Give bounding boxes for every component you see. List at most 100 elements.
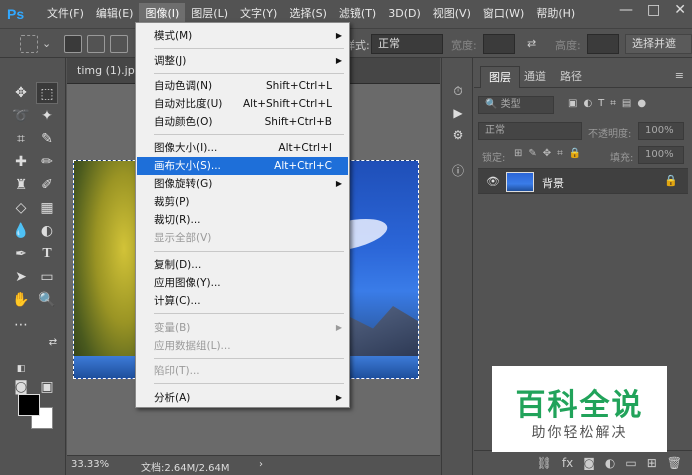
menu-item-trim[interactable]: 裁切(R)... (137, 211, 348, 229)
opacity-label: 不透明度: (588, 129, 632, 140)
zoom-tool-icon[interactable]: 🔍 (36, 289, 58, 311)
link-icon[interactable]: ⛓ (537, 456, 552, 470)
menu-item-crop[interactable]: 裁剪(P) (137, 193, 348, 211)
lock-icons[interactable]: ⊞✎✥⌗🔒 (514, 148, 587, 159)
swap-colors-icon[interactable]: ⇄ (42, 332, 64, 354)
fill-field[interactable]: 100% (638, 146, 684, 164)
toolbox: ✥ ⬚ ➰ ✦ ⌗ ✎ ✚ ✏ ♜ ✐ ◇ ▦ 💧 ◐ ✒ T ➤ ▭ ✋ 🔍 … (0, 58, 66, 475)
menu-help[interactable]: 帮助(H) (530, 3, 581, 25)
submenu-arrow-icon: ▶ (335, 56, 342, 65)
layer-name[interactable]: 背景 (542, 175, 564, 191)
stamp-tool-icon[interactable]: ♜ (10, 174, 32, 196)
history-icon[interactable]: ⏱ (449, 82, 467, 100)
healing-brush-icon[interactable]: ✚ (10, 151, 32, 173)
menu-item-analysis[interactable]: 分析(A) ▶ (137, 389, 348, 407)
menu-item-auto-tone[interactable]: 自动色调(N) Shift+Ctrl+L (137, 77, 348, 95)
blend-mode-select[interactable]: 正常 (478, 122, 582, 140)
subtract-selection-icon[interactable] (110, 35, 128, 53)
folder-icon[interactable]: ▭ (625, 456, 636, 470)
rectangle-tool-icon[interactable]: ▭ (36, 266, 58, 288)
kind-filter[interactable]: 🔍 类型 (478, 96, 554, 114)
separator (154, 358, 344, 359)
submenu-arrow-icon: ▶ (335, 179, 342, 188)
magic-wand-icon[interactable]: ✦ (36, 105, 58, 127)
actions-play-icon[interactable]: ▶ (449, 104, 467, 122)
move-tool-icon[interactable]: ✥ (10, 82, 32, 104)
new-selection-icon[interactable] (64, 35, 82, 53)
eye-icon[interactable]: 👁 (486, 175, 500, 188)
crop-tool-icon[interactable]: ⌗ (10, 128, 32, 150)
submenu-arrow-icon: ▶ (335, 31, 342, 40)
width-label: 宽度: (451, 39, 477, 52)
menu-item-canvas-size[interactable]: 画布大小(S)... Alt+Ctrl+C (137, 157, 348, 175)
menu-item-apply-image[interactable]: 应用图像(Y)... (137, 274, 348, 292)
maximize-button[interactable]: □ (647, 2, 660, 18)
select-and-mask-button[interactable]: 选择并遮 (625, 34, 692, 54)
marquee-tool-icon[interactable]: ⬚ (36, 82, 58, 104)
trash-icon[interactable]: 🗑 (667, 456, 682, 470)
more-tools-icon[interactable]: ⋯ (10, 314, 32, 336)
menu-view[interactable]: 视图(V) (427, 3, 477, 25)
style-select[interactable]: 正常 (371, 34, 443, 54)
menu-item-mode[interactable]: 模式(M) ▶ (137, 27, 348, 45)
menu-window[interactable]: 窗口(W) (477, 3, 530, 25)
image-menu-dropdown: 模式(M) ▶ 调整(J) ▶ 自动色调(N) Shift+Ctrl+L 自动对比度(… (135, 22, 350, 408)
panel-menu-icon[interactable]: ≡ (675, 69, 684, 82)
width-field[interactable] (483, 34, 515, 54)
minimize-button[interactable]: — (619, 2, 633, 18)
layer-row[interactable]: 👁 背景 🔒 (478, 168, 688, 194)
menu-item-image-rotation[interactable]: 图像旋转(G) ▶ (137, 175, 348, 193)
menu-item-calculations[interactable]: 计算(C)... (137, 292, 348, 310)
panel-bottom-bar: ⛓ fx ◙ ◐ ▭ ⊞ 🗑 (474, 450, 692, 475)
menu-item-image-size[interactable]: 图像大小(I)... Alt+Ctrl+I (137, 139, 348, 157)
menu-edit[interactable]: 编辑(E) (90, 3, 140, 25)
status-bar: 33.33% 文档:2.64M/2.64M › (67, 455, 440, 475)
tab-paths[interactable]: 路径 (552, 66, 590, 88)
adjustment-icon[interactable]: ◐ (605, 456, 615, 470)
menu-item-adjust[interactable]: 调整(J) ▶ (137, 52, 348, 70)
height-field[interactable] (587, 34, 619, 54)
chevron-down-icon[interactable]: ⌄ (42, 37, 51, 50)
separator (154, 73, 344, 74)
chevron-right-icon[interactable]: › (259, 459, 263, 470)
marquee-preset-icon[interactable] (20, 35, 38, 53)
lasso-tool-icon[interactable]: ➰ (10, 105, 32, 127)
foreground-color[interactable] (18, 394, 40, 416)
type-tool-icon[interactable]: T (36, 243, 58, 265)
properties-icon[interactable]: ⚙ (449, 126, 467, 144)
filter-row: 🔍 类型 ▣◐T⌗▤● (478, 96, 688, 116)
gradient-tool-icon[interactable]: ▦ (36, 197, 58, 219)
menu-item-duplicate[interactable]: 复制(D)... (137, 256, 348, 274)
tab-channels[interactable]: 通道 (516, 66, 554, 88)
panel-strip: ⏱ ▶ ⚙ ⓘ (441, 58, 473, 475)
menu-item-apply-data-set: 应用数据组(L)... (154, 340, 231, 352)
tab-layers[interactable]: 图层 (480, 66, 520, 88)
close-button[interactable]: ✕ (674, 2, 686, 18)
separator (154, 313, 344, 314)
opacity-field[interactable]: 100% (638, 122, 684, 140)
filter-icons[interactable]: ▣◐T⌗▤● (568, 98, 652, 109)
brush-tool-icon[interactable]: ✏ (36, 151, 58, 173)
swap-icon[interactable]: ⇄ (527, 37, 536, 50)
eraser-tool-icon[interactable]: ◇ (10, 197, 32, 219)
menu-item-trap: 陷印(T)... (154, 365, 200, 377)
pen-tool-icon[interactable]: ✒ (10, 243, 32, 265)
mask-icon[interactable]: ◙ (583, 456, 595, 470)
menu-item-auto-color[interactable]: 自动颜色(O) Shift+Ctrl+B (137, 113, 348, 131)
menu-item-variables: 变量(B) ▶ (137, 319, 348, 337)
new-layer-icon[interactable]: ⊞ (647, 456, 657, 470)
menu-item-auto-contrast[interactable]: 自动对比度(U) Alt+Shift+Ctrl+L (137, 95, 348, 113)
zoom-level[interactable]: 33.33% (71, 459, 109, 470)
add-selection-icon[interactable] (87, 35, 105, 53)
fx-icon[interactable]: fx (562, 456, 573, 470)
blur-tool-icon[interactable]: 💧 (10, 220, 32, 242)
menu-file[interactable]: 文件(F) (41, 3, 90, 25)
info-icon[interactable]: ⓘ (449, 162, 467, 180)
path-select-icon[interactable]: ➤ (10, 266, 32, 288)
doc-info: 文档:2.64M/2.64M (141, 463, 230, 474)
eyedropper-icon[interactable]: ✎ (36, 128, 58, 150)
menu-3d[interactable]: 3D(D) (382, 3, 427, 25)
hand-tool-icon[interactable]: ✋ (10, 289, 32, 311)
history-brush-icon[interactable]: ✐ (36, 174, 58, 196)
dodge-tool-icon[interactable]: ◐ (36, 220, 58, 242)
